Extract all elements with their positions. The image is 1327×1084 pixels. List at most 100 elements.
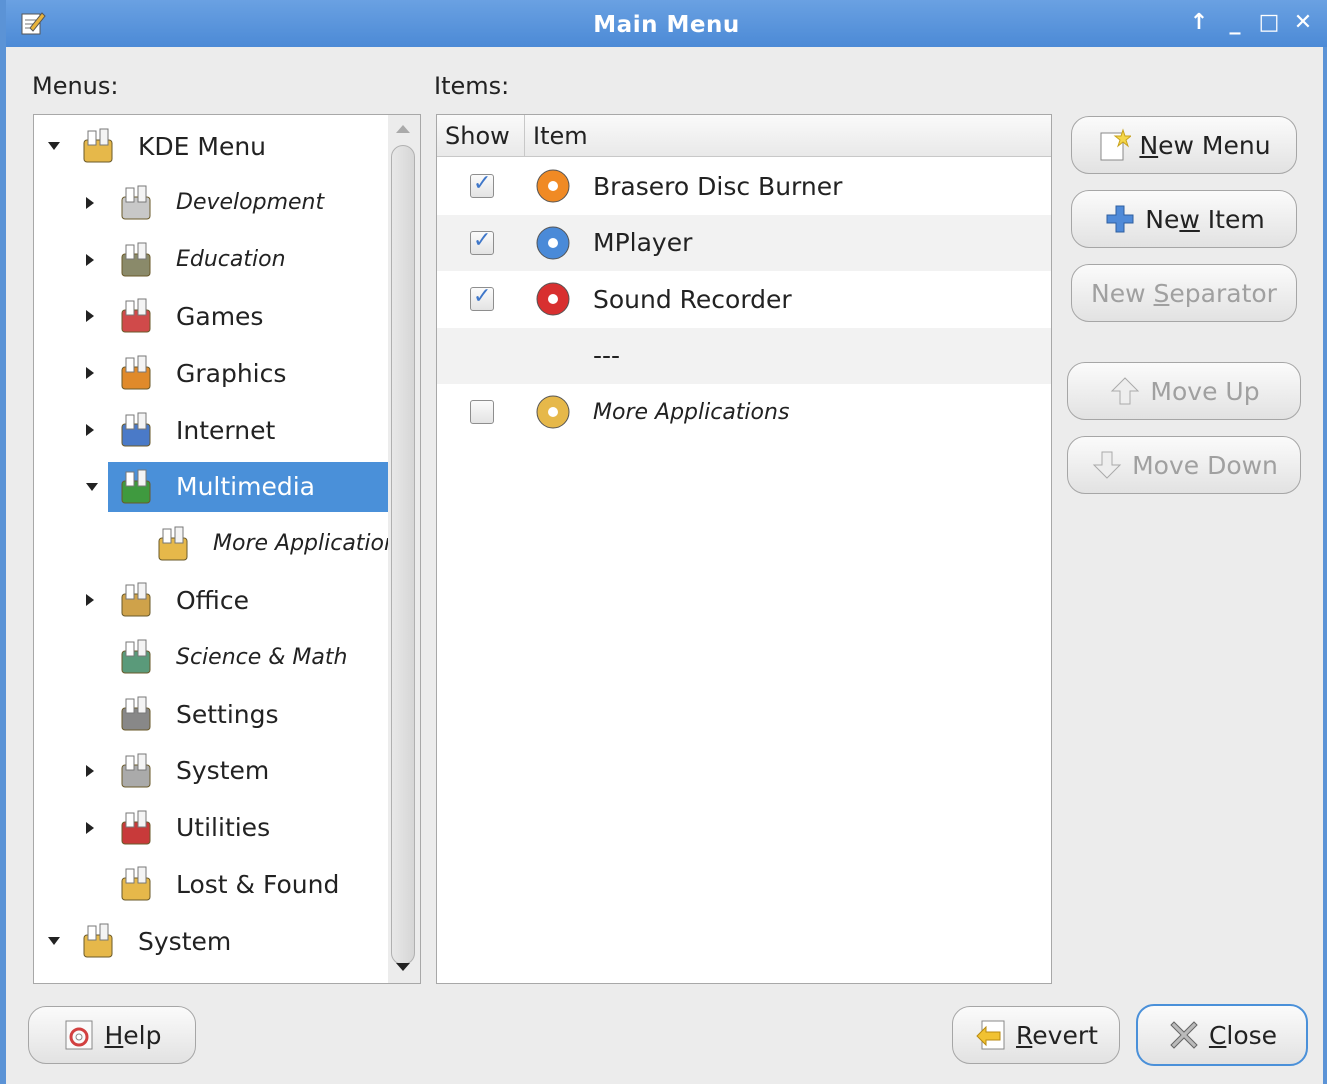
show-checkbox[interactable]	[470, 400, 494, 425]
tree-item[interactable]: Lost & Found	[34, 859, 420, 909]
sound-recorder-icon	[536, 282, 570, 316]
tree-item-label: Graphics	[176, 358, 287, 388]
system-gear-icon	[121, 753, 151, 788]
tree-item-label: More Applications	[213, 531, 410, 557]
tree-item[interactable]: KDE Menu	[34, 121, 420, 171]
new-item-mnemonic: w	[1179, 204, 1200, 234]
new-menu-button[interactable]: New Menu	[1071, 116, 1297, 174]
help-button[interactable]: Help	[28, 1006, 196, 1064]
move-up-button[interactable]: Move Up	[1067, 362, 1301, 420]
tree-item-label: Science & Math	[176, 644, 348, 670]
table-row[interactable]: More Applications	[437, 384, 1051, 440]
column-header-show[interactable]: Show	[437, 115, 525, 157]
more-applications-icon	[536, 395, 570, 429]
items-label: Items:	[434, 72, 510, 100]
maximize-button[interactable]: □	[1256, 10, 1282, 36]
expander-open-icon[interactable]	[48, 142, 60, 150]
close-window-button[interactable]: ✕	[1290, 10, 1316, 36]
settings-tools-icon	[121, 696, 151, 731]
expander-closed-icon[interactable]	[86, 594, 94, 607]
move-down-button[interactable]: Move Down	[1067, 436, 1301, 494]
revert-mnemonic: R	[1016, 1020, 1033, 1050]
table-row[interactable]: MPlayer	[437, 214, 1051, 271]
utilities-knife-icon	[121, 810, 151, 845]
arrow-up-icon: ↑	[1189, 10, 1209, 35]
kde-menu-folder-icon	[83, 128, 113, 163]
graphics-palette-icon	[121, 355, 151, 390]
expander-closed-icon[interactable]	[86, 253, 94, 266]
new-separator-label-suffix: eparator	[1169, 278, 1277, 308]
multimedia-icon	[121, 469, 151, 504]
show-checkbox[interactable]	[470, 171, 494, 198]
scroll-down-arrow-icon[interactable]	[396, 963, 410, 971]
tree-item[interactable]: System	[34, 746, 420, 796]
items-table[interactable]: Show Item Brasero Disc Burner MPlayer Soun…	[436, 114, 1052, 984]
tree-item[interactable]: Education	[34, 235, 420, 285]
new-item-button[interactable]: New Item	[1071, 190, 1297, 248]
title-bar[interactable]: Main Menu ↑ _ □ ✕	[6, 0, 1327, 47]
menus-scrollbar[interactable]	[388, 115, 420, 983]
item-label: Sound Recorder	[593, 284, 792, 314]
move-up-label: Move Up	[1150, 376, 1260, 406]
expander-closed-icon[interactable]	[86, 424, 94, 436]
table-row[interactable]: Sound Recorder	[437, 271, 1051, 327]
plus-icon	[1106, 205, 1134, 233]
new-menu-mnemonic: N	[1139, 130, 1159, 160]
tree-item[interactable]: Games	[34, 291, 420, 341]
move-down-label: Move Down	[1132, 450, 1278, 480]
minimize-icon: _	[1229, 10, 1241, 35]
item-label: More Applications	[593, 399, 790, 425]
help-mnemonic: H	[104, 1020, 124, 1050]
tree-item[interactable]: Settings	[34, 689, 420, 739]
lost-found-icon	[121, 866, 151, 901]
tree-item[interactable]: Development	[34, 178, 420, 228]
expander-closed-icon[interactable]	[86, 821, 94, 834]
tree-item-label: Education	[176, 247, 286, 273]
expander-closed-icon[interactable]	[86, 764, 94, 777]
more-applications-icon	[158, 526, 188, 561]
tree-item[interactable]: Office	[34, 575, 420, 625]
tree-item[interactable]: Graphics	[34, 348, 420, 398]
tree-item-label: Office	[176, 585, 249, 615]
new-separator-button[interactable]: New Separator	[1071, 264, 1297, 322]
system-folder-icon	[83, 923, 113, 958]
tree-item-label: Lost & Found	[176, 869, 340, 899]
new-menu-label-suffix: ew Menu	[1158, 130, 1271, 160]
move-down-icon	[1092, 451, 1122, 479]
tree-item[interactable]: Science & Math	[34, 632, 420, 682]
new-item-label-suffix: Item	[1199, 204, 1265, 234]
tree-item-label: Development	[176, 190, 325, 216]
show-checkbox[interactable]	[470, 284, 494, 312]
expander-closed-icon[interactable]	[86, 310, 94, 323]
scroll-up-arrow-icon[interactable]	[396, 125, 410, 133]
science-icon	[121, 639, 151, 674]
tree-item[interactable]: System	[34, 916, 420, 966]
development-icon	[121, 185, 151, 220]
close-label-suffix: lose	[1226, 1020, 1278, 1050]
keep-above-button[interactable]: ↑	[1186, 10, 1212, 36]
tree-item[interactable]: Internet	[34, 405, 420, 455]
item-label: ---	[593, 341, 621, 371]
tree-item[interactable]: More Applications	[34, 519, 420, 569]
minimize-button[interactable]: _	[1222, 10, 1248, 36]
show-checkbox[interactable]	[470, 228, 494, 255]
tree-item[interactable]: Multimedia	[86, 461, 420, 512]
close-button[interactable]: Close	[1136, 1004, 1308, 1066]
new-item-label-prefix: Ne	[1145, 204, 1180, 234]
separator-row[interactable]: ---	[437, 327, 1051, 384]
new-separator-mnemonic: S	[1153, 278, 1170, 308]
revert-label-suffix: evert	[1032, 1020, 1098, 1050]
menus-tree[interactable]: KDE Menu Development Education Games Graphic…	[33, 114, 421, 984]
expander-closed-icon[interactable]	[86, 367, 94, 380]
table-row[interactable]: Brasero Disc Burner	[437, 158, 1051, 214]
expander-open-icon[interactable]	[86, 482, 98, 491]
office-icon	[121, 582, 151, 617]
close-icon: ✕	[1293, 10, 1313, 35]
tree-item[interactable]: Utilities	[34, 803, 420, 853]
tree-item-label: KDE Menu	[138, 131, 267, 161]
expander-closed-icon[interactable]	[86, 196, 94, 209]
expander-open-icon[interactable]	[48, 937, 60, 946]
revert-button[interactable]: Revert	[952, 1006, 1120, 1064]
column-header-item[interactable]: Item	[525, 115, 1051, 157]
scroll-thumb[interactable]	[391, 145, 415, 965]
